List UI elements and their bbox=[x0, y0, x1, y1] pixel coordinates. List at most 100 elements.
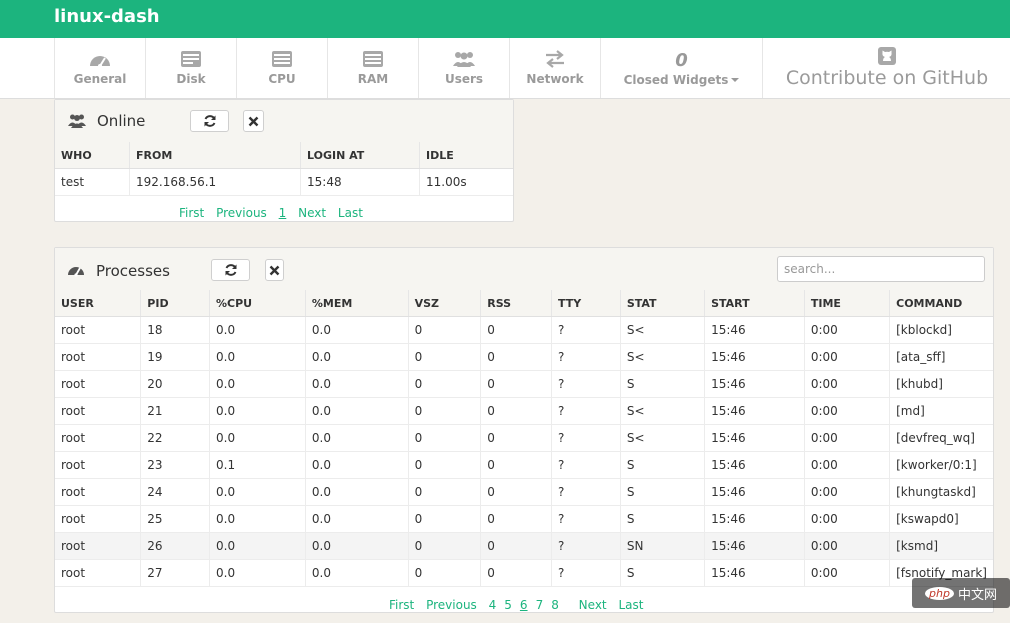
table-cell: S bbox=[619, 451, 705, 479]
speedometer-icon bbox=[90, 56, 110, 68]
pager-page[interactable]: 1 bbox=[279, 206, 287, 220]
table-cell: 0 bbox=[480, 532, 552, 560]
pager-next[interactable]: Next bbox=[579, 598, 607, 612]
nav-item-network[interactable]: Network bbox=[509, 38, 600, 98]
table-cell: 0:00 bbox=[803, 370, 890, 398]
table-cell: 15:48 bbox=[300, 168, 420, 196]
pager-next[interactable]: Next bbox=[298, 206, 326, 220]
refresh-button[interactable] bbox=[211, 259, 250, 281]
table-cell: 192.168.56.1 bbox=[129, 168, 301, 196]
table-row[interactable]: root 18 0.0 0.0 0 0? S< 15:46 0:00 [kblockd] bbox=[55, 316, 993, 344]
users-icon bbox=[453, 52, 475, 67]
column-header[interactable]: TIME bbox=[803, 290, 890, 317]
pager-page[interactable]: 7 bbox=[536, 598, 544, 612]
refresh-button[interactable] bbox=[190, 110, 229, 132]
exchange-arrows-icon bbox=[546, 50, 564, 68]
table-cell: 0.0 bbox=[304, 316, 409, 344]
pager-last[interactable]: Last bbox=[618, 598, 643, 612]
column-header[interactable]: STAT bbox=[619, 290, 705, 317]
table-cell: SN bbox=[619, 532, 705, 560]
pager-first[interactable]: First bbox=[389, 598, 414, 612]
closed-widgets-dropdown[interactable]: 0 Closed Widgets bbox=[600, 38, 762, 98]
table-cell: 0 bbox=[407, 532, 481, 560]
table-row[interactable]: root 21 0.0 0.0 0 0? S< 15:46 0:00 [md] bbox=[55, 397, 993, 425]
column-header[interactable]: PID bbox=[140, 290, 210, 317]
nav-item-disk[interactable]: Disk bbox=[145, 38, 236, 98]
table-row[interactable]: root 27 0.0 0.0 0 0? S 15:46 0:00 [fsnotify_mark] bbox=[55, 559, 993, 587]
pager-page[interactable]: 5 bbox=[504, 598, 512, 612]
column-header[interactable]: FROM bbox=[129, 142, 301, 169]
table-cell: 0.0 bbox=[209, 370, 306, 398]
table-row[interactable]: root 19 0.0 0.0 0 0? S< 15:46 0:00 [ata_sff] bbox=[55, 343, 993, 371]
column-header[interactable]: COMMAND bbox=[889, 290, 993, 317]
search-input[interactable] bbox=[777, 256, 985, 282]
pager-page[interactable]: 4 bbox=[489, 598, 497, 612]
table-cell: [md] bbox=[889, 397, 993, 425]
nav-item-label: General bbox=[73, 72, 127, 86]
nav-item-ram[interactable]: RAM bbox=[327, 38, 418, 98]
table-row[interactable]: root 25 0.0 0.0 0 0? S 15:46 0:00 [kswapd0] bbox=[55, 505, 993, 533]
pager-pages: 45678 bbox=[489, 598, 567, 612]
github-link[interactable]: Contribute on GitHub bbox=[762, 38, 1010, 98]
table-row: test 192.168.56.1 15:48 11.00s bbox=[55, 168, 513, 196]
column-header[interactable]: WHO bbox=[55, 142, 130, 169]
table-row[interactable]: root 24 0.0 0.0 0 0? S 15:46 0:00 [khungtaskd] bbox=[55, 478, 993, 506]
table-row[interactable]: root 26 0.0 0.0 0 0? SN 15:46 0:00 [ksmd] bbox=[55, 532, 993, 560]
github-label: Contribute on GitHub bbox=[785, 67, 989, 89]
processes-widget: Processes USERPID%CPU%MEMVSZRSSTTYSTATST… bbox=[54, 247, 994, 613]
column-header[interactable]: VSZ bbox=[407, 290, 481, 317]
pager-page[interactable]: 8 bbox=[551, 598, 559, 612]
table-cell: [devfreq_wq] bbox=[889, 424, 993, 452]
table-cell: 0.0 bbox=[209, 424, 306, 452]
column-header[interactable]: USER bbox=[55, 290, 141, 317]
column-header[interactable]: %CPU bbox=[209, 290, 306, 317]
table-row[interactable]: root 22 0.0 0.0 0 0? S< 15:46 0:00 [devfreq_wq] bbox=[55, 424, 993, 452]
nav-item-users[interactable]: Users bbox=[418, 38, 509, 98]
column-header[interactable]: IDLE bbox=[419, 142, 513, 169]
pager-previous[interactable]: Previous bbox=[216, 206, 267, 220]
table-cell: root bbox=[55, 316, 141, 344]
column-header[interactable]: LOGIN AT bbox=[300, 142, 420, 169]
table-cell: 15:46 bbox=[704, 478, 805, 506]
column-header[interactable]: RSS bbox=[480, 290, 552, 317]
table-cell: 0 bbox=[480, 397, 552, 425]
table-cell: root bbox=[55, 532, 141, 560]
online-table: WHO FROM LOGIN AT IDLE test 192.168.56.1… bbox=[55, 142, 513, 196]
table-cell: 0.1 bbox=[209, 451, 306, 479]
processes-table: USER PID %CPU %MEM VSZ RSS TTY STAT START TIME COM… bbox=[55, 290, 993, 587]
column-header[interactable]: %MEM bbox=[304, 290, 409, 317]
pager-first[interactable]: First bbox=[179, 206, 204, 220]
pager-page[interactable]: 6 bbox=[520, 598, 528, 612]
table-cell: 0.0 bbox=[209, 343, 306, 371]
table-cell: ? bbox=[551, 478, 621, 506]
github-icon bbox=[878, 47, 896, 65]
close-icon bbox=[248, 116, 259, 126]
table-cell: 0 bbox=[407, 424, 481, 452]
table-cell: S bbox=[619, 478, 705, 506]
refresh-icon bbox=[225, 264, 236, 276]
app-title[interactable]: linux-dash bbox=[54, 6, 160, 27]
table-cell: 0 bbox=[480, 370, 552, 398]
nav-item-general[interactable]: General bbox=[54, 38, 145, 98]
table-cell: 15:46 bbox=[704, 397, 805, 425]
table-cell: 0.0 bbox=[304, 370, 409, 398]
table-cell: 0 bbox=[407, 316, 481, 344]
pager-previous[interactable]: Previous bbox=[426, 598, 477, 612]
processes-pagination: First Previous 45678 Next Last bbox=[389, 598, 651, 612]
close-widget-button[interactable] bbox=[265, 259, 284, 281]
table-cell: 0:00 bbox=[803, 343, 890, 371]
column-header[interactable]: TTY bbox=[551, 290, 621, 317]
users-icon bbox=[68, 114, 86, 128]
table-row[interactable]: root 23 0.1 0.0 0 0? S 15:46 0:00 [kworker/0:1] bbox=[55, 451, 993, 479]
table-cell: 15:46 bbox=[704, 532, 805, 560]
pager-last[interactable]: Last bbox=[338, 206, 363, 220]
table-cell: 0 bbox=[407, 505, 481, 533]
table-row[interactable]: root 20 0.0 0.0 0 0? S 15:46 0:00 [khubd] bbox=[55, 370, 993, 398]
close-widget-button[interactable] bbox=[243, 110, 264, 132]
table-cell: 0.0 bbox=[304, 559, 409, 587]
widget-title: Online bbox=[97, 112, 146, 130]
column-header[interactable]: START bbox=[704, 290, 805, 317]
table-cell: 15:46 bbox=[704, 559, 805, 587]
table-cell: S< bbox=[619, 343, 705, 371]
nav-item-cpu[interactable]: CPU bbox=[236, 38, 327, 98]
